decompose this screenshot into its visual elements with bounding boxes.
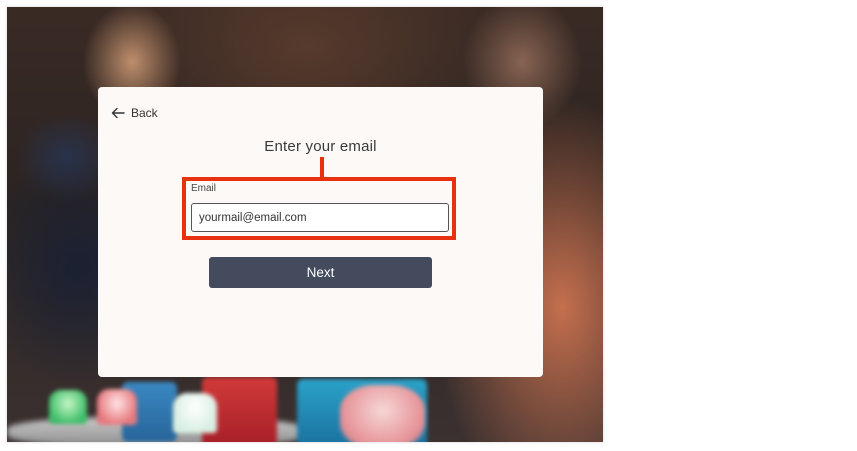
next-button[interactable]: Next (209, 257, 432, 288)
background-lamp-white (173, 393, 217, 433)
email-field[interactable] (191, 203, 449, 232)
background-lamp-green (49, 390, 87, 424)
back-button[interactable]: Back (111, 106, 158, 120)
back-label: Back (131, 106, 158, 120)
page-title: Enter your email (264, 138, 377, 155)
background-lamp-rose (97, 389, 137, 425)
arrow-left-icon (111, 107, 125, 119)
highlight-connector (320, 157, 324, 177)
screenshot-frame: Back Enter your email Email Next (7, 7, 603, 442)
background-lamp-pink (340, 385, 425, 442)
email-card: Back Enter your email Email Next (98, 87, 543, 377)
email-label: Email (191, 183, 217, 194)
